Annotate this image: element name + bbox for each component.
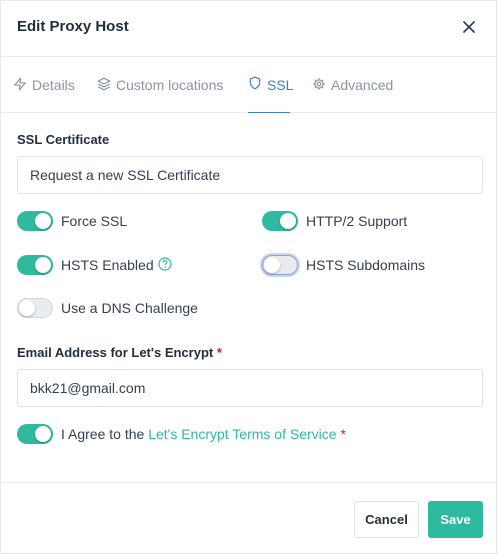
- hsts-subdomains-toggle-row: HSTS Subdomains: [262, 254, 425, 276]
- ssl-certificate-label: SSL Certificate: [17, 132, 110, 147]
- tab-details[interactable]: Details: [13, 57, 75, 113]
- gear-icon: [312, 77, 331, 94]
- tab-label: Advanced: [331, 77, 394, 93]
- http2-toggle-row: HTTP/2 Support: [262, 210, 407, 232]
- email-label: Email Address for Let's Encrypt *: [17, 345, 222, 360]
- http2-label: HTTP/2 Support: [306, 213, 408, 229]
- agree-toggle-row: I Agree to the Let's Encrypt Terms of Se…: [17, 423, 346, 445]
- hsts-switch[interactable]: [17, 255, 53, 275]
- edit-proxy-host-dialog: Edit Proxy Host Details Custom locations…: [0, 0, 497, 554]
- dialog-header: Edit Proxy Host: [1, 1, 496, 57]
- required-mark: *: [216, 345, 222, 360]
- agree-text: I Agree to the Let's Encrypt Terms of Se…: [61, 426, 346, 442]
- dns-challenge-label: Use a DNS Challenge: [61, 300, 198, 316]
- force-ssl-label: Force SSL: [61, 213, 128, 229]
- dns-challenge-switch[interactable]: [17, 298, 53, 318]
- tab-label: Custom locations: [116, 77, 224, 93]
- shield-icon: [248, 76, 267, 93]
- http2-switch[interactable]: [262, 211, 298, 231]
- hsts-subdomains-label: HSTS Subdomains: [306, 257, 426, 273]
- agree-prefix: I Agree to the: [61, 426, 145, 442]
- tab-custom-locations[interactable]: Custom locations: [97, 57, 223, 113]
- help-icon[interactable]: [158, 256, 172, 274]
- layers-icon: [97, 77, 116, 94]
- dialog-footer: Cancel Save: [1, 482, 496, 554]
- tab-label: SSL: [267, 76, 294, 93]
- agree-switch[interactable]: [17, 424, 53, 444]
- ssl-certificate-select[interactable]: Request a new SSL Certificate: [17, 156, 483, 194]
- tab-advanced[interactable]: Advanced: [312, 57, 393, 113]
- email-label-text: Email Address for Let's Encrypt: [17, 345, 214, 360]
- email-input[interactable]: bkk21@gmail.com: [17, 369, 483, 407]
- force-ssl-switch[interactable]: [17, 211, 53, 231]
- zap-icon: [13, 77, 32, 94]
- terms-of-service-link[interactable]: Let's Encrypt Terms of Service: [148, 426, 336, 442]
- cancel-button[interactable]: Cancel: [354, 501, 419, 538]
- dns-challenge-toggle-row: Use a DNS Challenge: [17, 297, 198, 319]
- tab-label: Details: [32, 77, 75, 93]
- required-mark: *: [340, 426, 346, 442]
- tab-ssl[interactable]: SSL: [248, 57, 294, 113]
- dialog-title: Edit Proxy Host: [17, 18, 129, 35]
- save-button[interactable]: Save: [428, 501, 483, 538]
- close-icon[interactable]: [460, 18, 478, 36]
- hsts-label: HSTS Enabled: [61, 257, 154, 273]
- hsts-subdomains-switch[interactable]: [262, 255, 298, 275]
- hsts-toggle-row: HSTS Enabled: [17, 254, 172, 276]
- tab-bar: Details Custom locations SSL Advanced: [1, 57, 496, 113]
- force-ssl-toggle-row: Force SSL: [17, 210, 127, 232]
